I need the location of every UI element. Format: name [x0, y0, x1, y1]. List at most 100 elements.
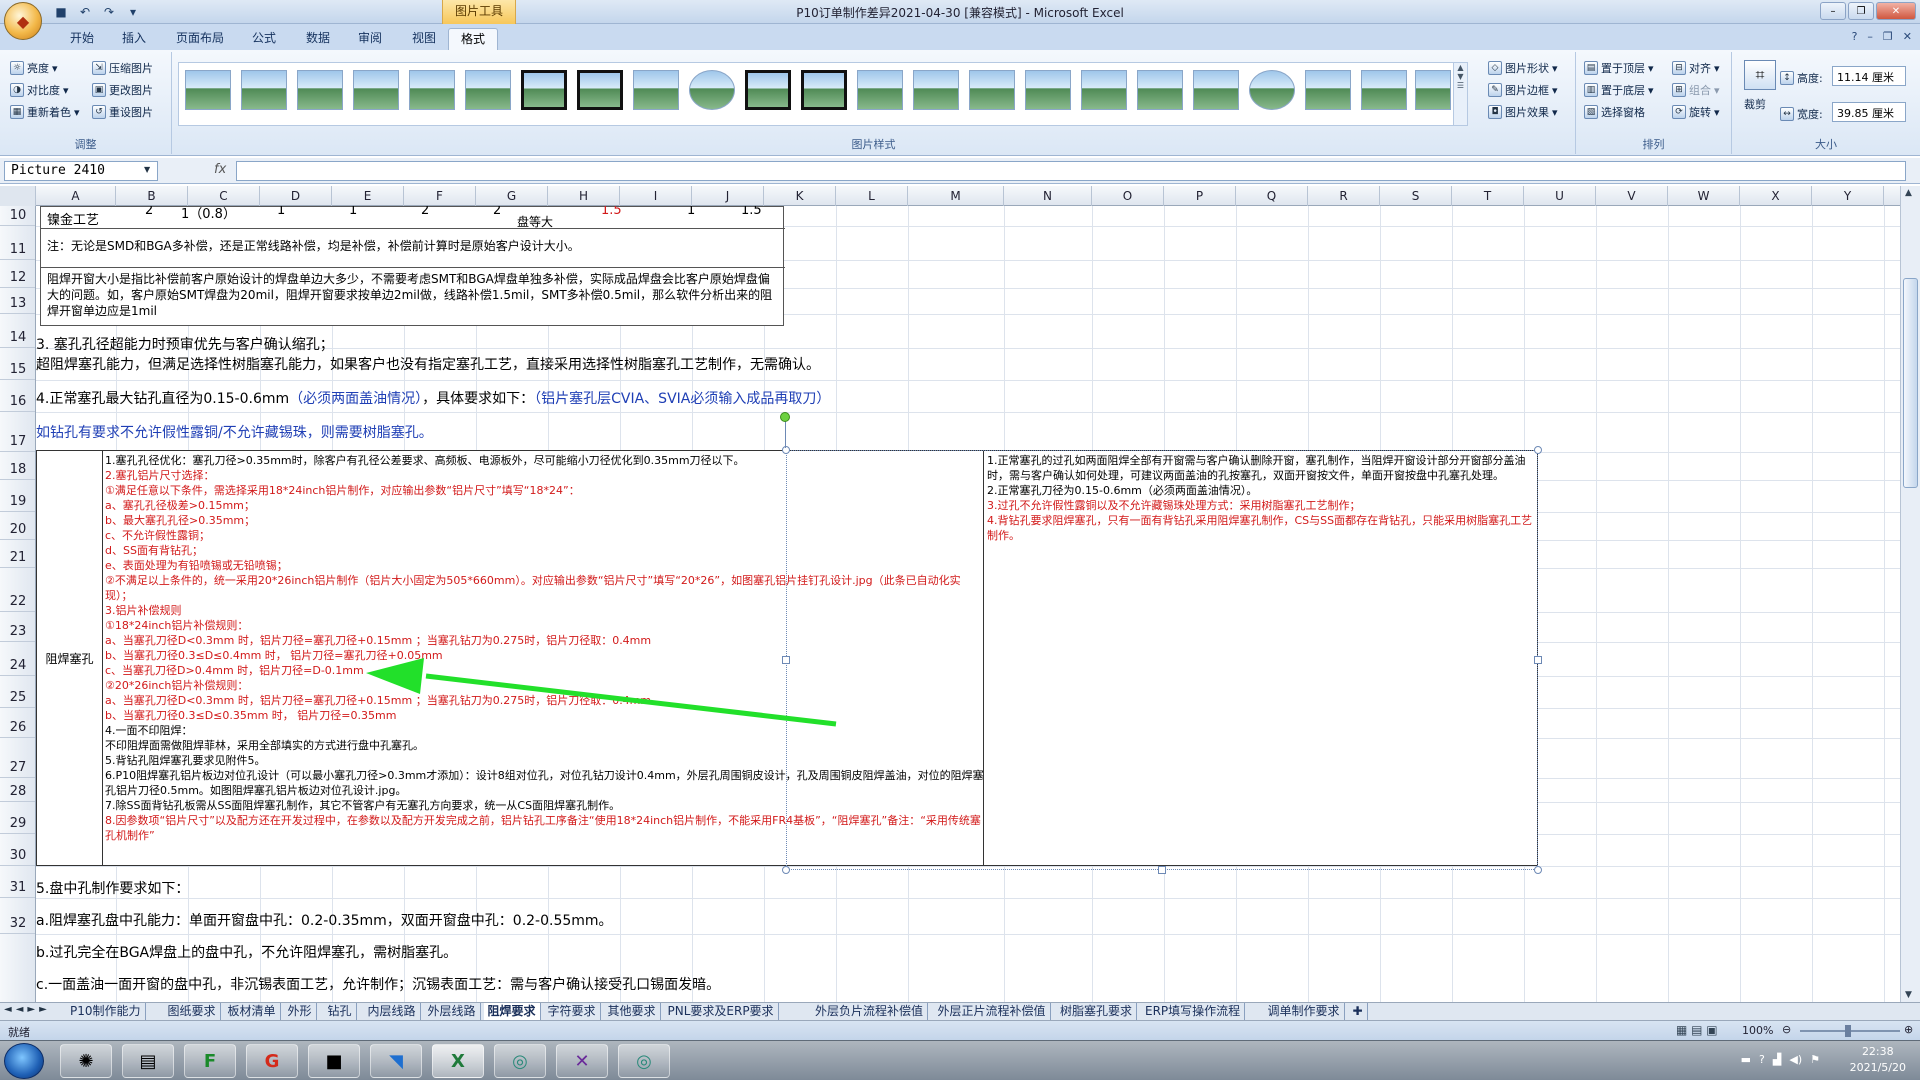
sheet-tab[interactable]: ERP填写操作流程: [1141, 1003, 1246, 1020]
picture-style-thumb[interactable]: [969, 70, 1015, 110]
zoom-out-icon[interactable]: ⊖: [1782, 1023, 1791, 1036]
crop-button[interactable]: 裁剪: [1744, 96, 1766, 112]
selection-pane-button[interactable]: ▧ 选择窗格: [1584, 104, 1645, 120]
bring-to-front-button[interactable]: ▤ 置于顶层 ▾: [1584, 60, 1654, 76]
recolor-button[interactable]: ▦ 重新着色 ▾: [10, 104, 80, 120]
picture-style-thumb[interactable]: [577, 70, 623, 110]
taskbar-app-icon[interactable]: ◎: [618, 1044, 670, 1078]
picture-style-thumb[interactable]: [241, 70, 287, 110]
zoom-slider-thumb[interactable]: [1845, 1025, 1851, 1037]
taskbar-app-icon[interactable]: G: [246, 1044, 298, 1078]
tab-home[interactable]: 开始: [58, 28, 106, 50]
sheet-tab[interactable]: 树脂塞孔要求: [1056, 1003, 1138, 1020]
column-header[interactable]: R: [1308, 186, 1380, 206]
column-header[interactable]: A: [36, 186, 116, 206]
sheet-tab[interactable]: 外层负片流程补偿值: [811, 1003, 929, 1020]
row-header[interactable]: 16: [0, 380, 35, 412]
picture-style-thumb[interactable]: [633, 70, 679, 110]
group-objects-button[interactable]: ⊞ 组合 ▾: [1672, 82, 1720, 98]
column-header[interactable]: U: [1524, 186, 1596, 206]
column-header[interactable]: I: [620, 186, 692, 206]
column-header[interactable]: Y: [1812, 186, 1884, 206]
row-header[interactable]: 31: [0, 866, 35, 898]
picture-style-thumb[interactable]: [1415, 70, 1451, 110]
brightness-button[interactable]: ☼ 亮度 ▾: [10, 60, 58, 76]
sheet-tab[interactable]: 外层正片流程补偿值: [934, 1003, 1051, 1020]
column-header[interactable]: K: [764, 186, 836, 206]
row-header[interactable]: 17: [0, 412, 35, 452]
restore-workbook-icon[interactable]: ❐: [1883, 30, 1893, 43]
row-header[interactable]: 21: [0, 540, 35, 568]
close-workbook-icon[interactable]: ✕: [1903, 30, 1912, 43]
picture-style-thumb[interactable]: [745, 70, 791, 110]
compress-pictures-button[interactable]: ⇲ 压缩图片: [92, 60, 153, 76]
taskbar-app-icon[interactable]: F: [184, 1044, 236, 1078]
row-header[interactable]: 15: [0, 348, 35, 380]
picture-style-thumb[interactable]: [801, 70, 847, 110]
tab-nav-icon[interactable]: ◄◄►►: [4, 1004, 51, 1015]
row-header[interactable]: 20: [0, 512, 35, 540]
view-normal-icon[interactable]: ▦ ▤ ▣: [1676, 1023, 1718, 1037]
picture-style-thumb[interactable]: [689, 70, 735, 110]
column-header[interactable]: Q: [1236, 186, 1308, 206]
tab-format[interactable]: 格式: [448, 28, 499, 50]
column-header[interactable]: T: [1452, 186, 1524, 206]
resize-handle[interactable]: [782, 866, 790, 874]
picture-style-thumb[interactable]: [1249, 70, 1295, 110]
save-icon[interactable]: ■: [52, 3, 70, 21]
align-button[interactable]: ⊟ 对齐 ▾: [1672, 60, 1720, 76]
vertical-scrollbar[interactable]: ▲ ▼: [1900, 186, 1920, 1002]
scroll-down-icon[interactable]: ▼: [1905, 990, 1912, 1000]
picture-style-thumb[interactable]: [409, 70, 455, 110]
column-header[interactable]: H: [548, 186, 620, 206]
picture-style-thumb[interactable]: [465, 70, 511, 110]
gallery-scroll[interactable]: ▲ ▼ ☰: [1453, 63, 1467, 125]
picture-style-thumb[interactable]: [857, 70, 903, 110]
picture-effects-button[interactable]: ◘ 图片效果 ▾: [1488, 104, 1558, 120]
network-icon[interactable]: ▟: [1773, 1053, 1781, 1066]
column-header[interactable]: D: [260, 186, 332, 206]
sheet-tab[interactable]: PNL要求及ERP要求: [664, 1003, 779, 1020]
reset-picture-button[interactable]: ↺ 重设图片: [92, 104, 153, 120]
column-header[interactable]: M: [908, 186, 1004, 206]
sheet-tab[interactable]: 字符要求: [544, 1003, 601, 1020]
resize-handle[interactable]: [782, 446, 790, 454]
column-header[interactable]: F: [404, 186, 476, 206]
sheet-tab[interactable]: 其他要求: [604, 1003, 661, 1020]
sheet-tab[interactable]: 调单制作要求: [1264, 1003, 1345, 1020]
column-header[interactable]: V: [1596, 186, 1668, 206]
sheet-tab[interactable]: 板材清单: [224, 1003, 281, 1020]
select-all-corner[interactable]: [0, 186, 36, 206]
sheet-tab[interactable]: P10制作能力: [66, 1003, 146, 1020]
sheet-tab[interactable]: 内层线路: [364, 1003, 421, 1020]
resize-handle[interactable]: [1158, 866, 1166, 874]
keyboard-icon[interactable]: ▬: [1741, 1053, 1751, 1066]
row-header[interactable]: 25: [0, 676, 35, 708]
picture-style-thumb[interactable]: [185, 70, 231, 110]
restore-icon[interactable]: ❐: [1848, 2, 1874, 20]
picture-style-thumb[interactable]: [521, 70, 567, 110]
picture-border-button[interactable]: ✎ 图片边框 ▾: [1488, 82, 1558, 98]
column-header[interactable]: C: [188, 186, 260, 206]
sheet-tab[interactable]: 图纸要求: [164, 1003, 221, 1020]
column-header[interactable]: L: [836, 186, 908, 206]
column-header[interactable]: J: [692, 186, 764, 206]
row-header[interactable]: 30: [0, 834, 35, 866]
picture-style-thumb[interactable]: [1137, 70, 1183, 110]
column-header[interactable]: B: [116, 186, 188, 206]
send-to-back-button[interactable]: ▥ 置于底层 ▾: [1584, 82, 1654, 98]
width-input[interactable]: 39.85 厘米: [1832, 102, 1906, 122]
scroll-up-icon[interactable]: ▲: [1905, 188, 1912, 198]
taskbar-app-icon[interactable]: ◎: [494, 1044, 546, 1078]
row-header[interactable]: 13: [0, 288, 35, 314]
picture-style-thumb[interactable]: [1361, 70, 1407, 110]
row-header[interactable]: 22: [0, 568, 35, 612]
taskbar-app-icon[interactable]: ■: [308, 1044, 360, 1078]
column-header[interactable]: W: [1668, 186, 1740, 206]
sheet-tab[interactable]: 钻孔: [324, 1003, 357, 1020]
picture-style-thumb[interactable]: [913, 70, 959, 110]
column-header[interactable]: P: [1164, 186, 1236, 206]
flag-icon[interactable]: ⚑: [1810, 1053, 1820, 1066]
chevron-down-icon[interactable]: ▼: [144, 165, 150, 174]
column-header[interactable]: N: [1004, 186, 1092, 206]
